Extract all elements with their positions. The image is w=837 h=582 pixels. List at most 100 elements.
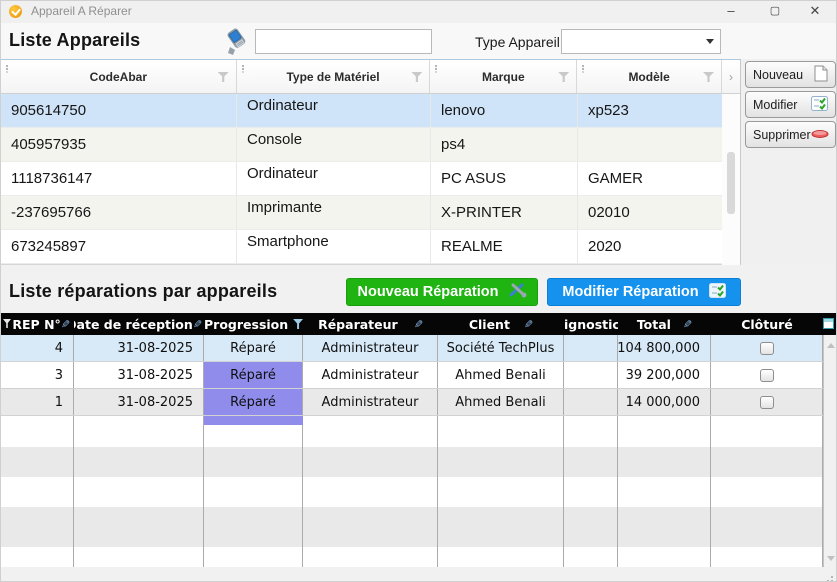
cell-brand: X-PRINTER: [431, 196, 578, 229]
resize-grip[interactable]: [831, 576, 833, 578]
cell-progression: Réparé: [204, 389, 303, 415]
column-header-reparateur[interactable]: Réparateur ✎: [303, 313, 438, 335]
cell-reparateur: Administrateur: [303, 389, 438, 415]
nouveau-button[interactable]: Nouveau: [745, 61, 836, 88]
cell-brand: lenovo: [431, 94, 578, 127]
cell-progression: Réparé: [204, 362, 303, 388]
column-header-marque[interactable]: Marque: [430, 60, 577, 94]
filter-icon[interactable]: [293, 319, 303, 329]
device-row[interactable]: 905614750 Ordinateur lenovo xp523: [1, 94, 740, 128]
cell-date: 31-08-2025: [74, 362, 204, 388]
supprimer-button[interactable]: Supprimer: [745, 121, 836, 148]
device-row[interactable]: 1118736147 Ordinateur PC ASUS GAMER: [1, 162, 740, 196]
column-label: Réparateur: [318, 317, 398, 332]
drag-handle-icon: [582, 65, 584, 67]
cell-rep: 4: [1, 335, 74, 361]
cell-diagnostic: [564, 362, 618, 388]
column-label: Marque: [482, 70, 525, 84]
cell-cloture: [711, 389, 823, 415]
cloture-checkbox[interactable]: [760, 396, 774, 409]
repair-row[interactable]: 1 31-08-2025 Réparé Administrateur Ahmed…: [1, 389, 837, 416]
app-icon: [9, 5, 22, 18]
cloture-checkbox[interactable]: [760, 369, 774, 382]
repairs-section-header: Liste réparations par appareils Nouveau …: [1, 265, 836, 313]
scroll-up-icon[interactable]: [827, 343, 835, 348]
device-row[interactable]: 673245897 Smartphone REALME 2020: [1, 230, 740, 264]
close-button[interactable]: ✕: [798, 1, 832, 23]
modifier-button[interactable]: Modifier: [745, 91, 836, 118]
chevron-right-icon[interactable]: ›: [722, 60, 740, 94]
column-label: Clôturé: [741, 317, 793, 332]
drag-handle-icon: [242, 65, 244, 67]
column-header-diagnostic[interactable]: ignostic: [564, 313, 618, 335]
search-input[interactable]: [255, 29, 432, 54]
column-label: Type de Matériel: [286, 70, 379, 84]
column-header-type[interactable]: Type de Matériel: [237, 60, 431, 94]
cell-rep: 3: [1, 362, 74, 388]
cell-client: Société TechPlus: [438, 335, 564, 361]
empty-row: [1, 447, 837, 477]
cloture-checkbox[interactable]: [760, 342, 774, 355]
modifier-reparation-button[interactable]: Modifier Réparation: [547, 278, 741, 306]
cell-total: 104 800,000: [618, 335, 711, 361]
cell-reparateur: Administrateur: [303, 362, 438, 388]
tools-icon: [509, 282, 527, 302]
cell-model: 2020: [578, 230, 723, 263]
cell-model: GAMER: [578, 162, 723, 195]
nouveau-reparation-button[interactable]: Nouveau Réparation: [346, 278, 538, 306]
cell-reparateur: Administrateur: [303, 335, 438, 361]
cell-model: xp523: [578, 94, 723, 127]
scroll-down-icon[interactable]: [827, 556, 835, 561]
type-appareil-select[interactable]: [561, 29, 721, 54]
filter-icon[interactable]: [411, 72, 422, 82]
repairs-grid-scrollbar[interactable]: [823, 335, 837, 569]
devices-grid: CodeAbar Type de Matériel Marque Modèle …: [1, 59, 741, 265]
cell-type: Console: [237, 128, 431, 161]
column-header-total[interactable]: Total ✎: [618, 313, 711, 335]
combo-dropdown-arrow-icon[interactable]: [701, 31, 719, 52]
cell-model: [578, 128, 723, 161]
cell-type: Ordinateur: [237, 162, 431, 195]
column-header-client[interactable]: Client ✎: [438, 313, 564, 335]
cell-diagnostic: [564, 335, 618, 361]
device-row[interactable]: -237695766 Imprimante X-PRINTER 02010: [1, 196, 740, 230]
edit-pencil-icon: ✎: [61, 318, 70, 331]
filter-icon[interactable]: [558, 72, 569, 82]
edit-pencil-icon: ✎: [524, 318, 533, 331]
type-appareil-label: Type Appareil: [475, 34, 560, 50]
cell-total: 14 000,000: [618, 389, 711, 415]
column-header-modele[interactable]: Modèle: [577, 60, 722, 94]
drag-handle-icon: [6, 65, 8, 67]
column-header-codeabar[interactable]: CodeAbar: [1, 60, 237, 94]
cell-type: Smartphone: [237, 230, 431, 263]
repair-row[interactable]: 3 31-08-2025 Réparé Administrateur Ahmed…: [1, 362, 837, 389]
button-label: Supprimer: [753, 128, 811, 142]
cell-code: 673245897: [1, 230, 237, 263]
column-header-progression[interactable]: Progression: [204, 313, 303, 335]
cell-cloture: [711, 362, 823, 388]
scrollbar-thumb[interactable]: [727, 152, 735, 214]
barcode-scanner-icon: [223, 26, 251, 61]
button-label: Nouveau: [753, 68, 803, 82]
devices-heading: Liste Appareils: [9, 30, 140, 51]
repair-row[interactable]: 4 31-08-2025 Réparé Administrateur Socié…: [1, 335, 837, 362]
column-header-date[interactable]: Date de réception ✎: [74, 313, 204, 335]
edit-pencil-icon: ✎: [193, 318, 202, 331]
table-icon[interactable]: [823, 318, 834, 329]
cell-code: 905614750: [1, 94, 237, 127]
cell-rep: 1: [1, 389, 74, 415]
cell-type: Imprimante: [237, 196, 431, 229]
new-page-icon: [814, 65, 828, 85]
minimize-button[interactable]: –: [714, 1, 748, 23]
column-header-cloture[interactable]: Clôturé: [711, 313, 823, 335]
progression-cell-overflow: [204, 416, 303, 425]
empty-row: [1, 547, 837, 569]
maximize-button[interactable]: ▢: [758, 1, 792, 23]
edit-checklist-icon: [709, 283, 726, 302]
column-header-rep[interactable]: REP N° ✎: [1, 313, 74, 335]
filter-icon[interactable]: [218, 72, 229, 82]
device-row[interactable]: 405957935 Console ps4: [1, 128, 740, 162]
filter-icon[interactable]: [703, 72, 714, 82]
empty-row: [1, 477, 837, 507]
devices-grid-scrollbar[interactable]: [722, 94, 740, 265]
